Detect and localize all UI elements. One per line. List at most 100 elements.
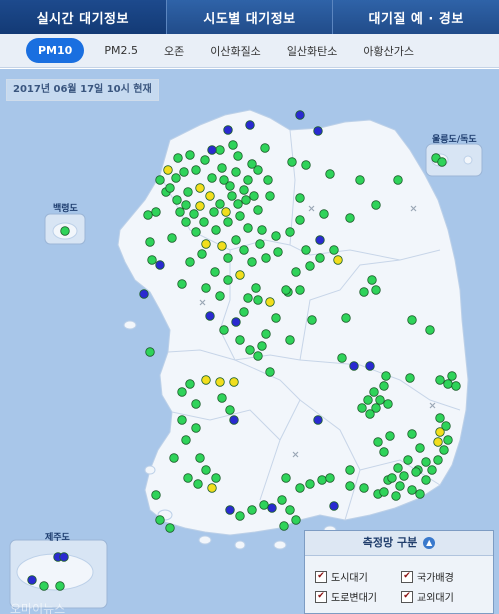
- station-dot[interactable]: [191, 165, 201, 175]
- station-dot[interactable]: [253, 295, 263, 305]
- station-dot[interactable]: [235, 335, 245, 345]
- legend-item-roadside[interactable]: ✔ 도로변대기: [315, 589, 377, 604]
- station-dot[interactable]: [211, 473, 221, 483]
- station-dot[interactable]: [441, 421, 451, 431]
- station-dot[interactable]: [223, 217, 233, 227]
- station-dot[interactable]: [385, 431, 395, 441]
- station-dot[interactable]: [315, 253, 325, 263]
- station-dot[interactable]: [243, 223, 253, 233]
- station-dot[interactable]: [231, 167, 241, 177]
- station-dot[interactable]: [59, 552, 69, 562]
- station-dot[interactable]: [217, 163, 227, 173]
- station-dot[interactable]: [415, 489, 425, 499]
- station-dot[interactable]: [215, 377, 225, 387]
- station-dot[interactable]: [391, 491, 401, 501]
- station-dot[interactable]: [437, 157, 447, 167]
- station-dot[interactable]: [265, 191, 275, 201]
- station-dot[interactable]: [443, 379, 453, 389]
- station-dot[interactable]: [433, 437, 443, 447]
- station-dot[interactable]: [415, 443, 425, 453]
- station-dot[interactable]: [251, 283, 261, 293]
- station-dot[interactable]: [205, 311, 215, 321]
- station-dot[interactable]: [215, 291, 225, 301]
- station-dot[interactable]: [243, 175, 253, 185]
- station-dot[interactable]: [249, 191, 259, 201]
- station-dot[interactable]: [201, 239, 211, 249]
- station-dot[interactable]: [291, 267, 301, 277]
- station-dot[interactable]: [231, 317, 241, 327]
- station-dot[interactable]: [247, 257, 257, 267]
- station-dot[interactable]: [215, 145, 225, 155]
- station-dot[interactable]: [345, 481, 355, 491]
- station-dot[interactable]: [139, 289, 149, 299]
- station-dot[interactable]: [403, 455, 413, 465]
- station-dot[interactable]: [171, 173, 181, 183]
- station-dot[interactable]: [207, 145, 217, 155]
- station-dot[interactable]: [281, 473, 291, 483]
- station-dot[interactable]: [147, 255, 157, 265]
- station-dot[interactable]: [233, 199, 243, 209]
- station-dot[interactable]: [261, 329, 271, 339]
- station-dot[interactable]: [257, 341, 267, 351]
- station-dot[interactable]: [371, 285, 381, 295]
- station-dot[interactable]: [207, 483, 217, 493]
- station-dot[interactable]: [223, 125, 233, 135]
- station-dot[interactable]: [365, 409, 375, 419]
- station-dot[interactable]: [165, 523, 175, 533]
- chevron-up-icon[interactable]: ▲: [423, 537, 436, 549]
- station-dot[interactable]: [329, 245, 339, 255]
- station-dot[interactable]: [285, 505, 295, 515]
- station-dot[interactable]: [183, 187, 193, 197]
- station-dot[interactable]: [291, 515, 301, 525]
- station-dot[interactable]: [210, 267, 220, 277]
- station-dot[interactable]: [223, 275, 233, 285]
- station-dot[interactable]: [55, 581, 65, 591]
- station-dot[interactable]: [235, 211, 245, 221]
- station-dot[interactable]: [193, 479, 203, 489]
- station-dot[interactable]: [265, 367, 275, 377]
- station-dot[interactable]: [243, 293, 253, 303]
- station-dot[interactable]: [395, 481, 405, 491]
- station-dot[interactable]: [235, 270, 245, 280]
- station-dot[interactable]: [287, 157, 297, 167]
- station-dot[interactable]: [207, 173, 217, 183]
- station-dot[interactable]: [407, 429, 417, 439]
- station-dot[interactable]: [301, 160, 311, 170]
- station-dot[interactable]: [341, 313, 351, 323]
- station-dot[interactable]: [319, 209, 329, 219]
- station-dot[interactable]: [201, 375, 211, 385]
- station-dot[interactable]: [217, 393, 227, 403]
- station-dot[interactable]: [219, 175, 229, 185]
- station-dot[interactable]: [295, 483, 305, 493]
- station-dot[interactable]: [181, 435, 191, 445]
- station-dot[interactable]: [317, 475, 327, 485]
- station-dot[interactable]: [201, 283, 211, 293]
- station-dot[interactable]: [201, 465, 211, 475]
- station-dot[interactable]: [433, 455, 443, 465]
- station-dot[interactable]: [197, 249, 207, 259]
- station-dot[interactable]: [363, 395, 373, 405]
- station-dot[interactable]: [421, 457, 431, 467]
- station-dot[interactable]: [191, 227, 201, 237]
- station-dot[interactable]: [183, 473, 193, 483]
- station-dot[interactable]: [195, 183, 205, 193]
- station-dot[interactable]: [151, 490, 161, 500]
- station-dot[interactable]: [247, 505, 257, 515]
- station-dot[interactable]: [285, 335, 295, 345]
- station-dot[interactable]: [211, 225, 221, 235]
- station-dot[interactable]: [209, 207, 219, 217]
- station-dot[interactable]: [349, 361, 359, 371]
- station-dot[interactable]: [359, 483, 369, 493]
- station-dot[interactable]: [247, 159, 257, 169]
- station-dot[interactable]: [227, 191, 237, 201]
- station-dot[interactable]: [337, 353, 347, 363]
- station-dot[interactable]: [411, 467, 421, 477]
- station-dot[interactable]: [381, 371, 391, 381]
- station-dot[interactable]: [191, 399, 201, 409]
- station-dot[interactable]: [273, 247, 283, 257]
- station-dot[interactable]: [231, 235, 241, 245]
- station-dot[interactable]: [301, 245, 311, 255]
- station-dot[interactable]: [305, 479, 315, 489]
- station-dot[interactable]: [191, 423, 201, 433]
- station-dot[interactable]: [177, 415, 187, 425]
